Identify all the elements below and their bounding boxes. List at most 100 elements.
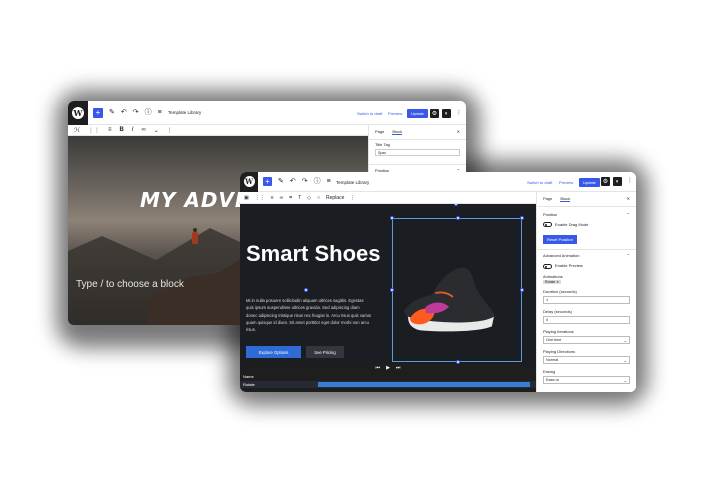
front-plugin-button[interactable]: ◐ (613, 177, 622, 186)
resize-handle[interactable] (390, 216, 394, 220)
resize-handle[interactable] (456, 216, 460, 220)
bold-icon[interactable]: B (119, 127, 123, 133)
enable-drag-toggle[interactable] (543, 222, 552, 228)
animation-tag-rotate[interactable]: Rotate ✕ (543, 279, 562, 284)
heading-block-icon[interactable]: ℋ (74, 127, 80, 134)
redo-icon[interactable]: ↷ (133, 109, 139, 116)
back-settings-button[interactable]: ⚙ (430, 109, 439, 118)
front-add-block-button[interactable]: + (263, 177, 272, 186)
front-move-icon[interactable]: ⋮⋮ (255, 195, 265, 201)
back-close-sidebar-icon[interactable]: ✕ (457, 129, 460, 134)
replace-button[interactable]: Replace (326, 195, 344, 201)
playing-directions-select[interactable]: Normal ⌄ (543, 355, 630, 364)
enable-drag-row[interactable]: Enable Drag Mode (537, 222, 636, 228)
playing-iterations-value: One time (546, 337, 562, 342)
back-plugin-button[interactable]: ◐ (442, 109, 451, 118)
chevron-down-icon[interactable]: ⌄ (154, 127, 159, 134)
reset-position-button[interactable]: Reset Position (543, 235, 577, 245)
delay-input[interactable]: 0 (543, 315, 630, 324)
front-pencil-icon[interactable]: ✎ (278, 178, 284, 185)
more-options-icon[interactable]: ⋮ (167, 127, 173, 134)
front-settings-sidebar: Page Block ✕ Position ⌃ Enable Drag Mode… (536, 192, 636, 392)
product-hero-canvas[interactable]: Smart Shoes Mi in nulla posuere sollicit… (240, 204, 536, 364)
image-block-icon[interactable]: ▣ (244, 195, 249, 201)
back-tab-block[interactable]: Block (392, 129, 403, 135)
play-icon[interactable]: ▶ (386, 365, 390, 371)
duration-input[interactable]: 1 (543, 295, 630, 304)
wordpress-logo-button[interactable]: W (68, 101, 88, 125)
resize-handle[interactable] (520, 216, 524, 220)
playing-directions-label: Playing Directions (543, 348, 576, 354)
enable-preview-toggle[interactable] (543, 263, 552, 269)
top-handle[interactable] (454, 204, 458, 206)
align-icon[interactable]: ≡ (108, 127, 112, 133)
next-frame-icon[interactable]: ⏭ (396, 365, 401, 371)
product-description[interactable]: Mi in nulla posuere sollicitudin aliquam… (246, 297, 371, 333)
wordpress-icon: W (72, 106, 84, 119)
front-align-icon[interactable]: ≡ (271, 195, 274, 201)
timeline-row-rotate[interactable]: Rotate (240, 381, 536, 388)
advanced-animation-header[interactable]: Advanced Animation ⌃ (537, 249, 636, 258)
front-more-options-icon[interactable]: ⋮ (350, 195, 355, 201)
back-document-title[interactable]: Template Library (168, 110, 201, 115)
see-pricing-button[interactable]: See Pricing (306, 346, 344, 358)
undo-icon[interactable]: ↶ (121, 109, 127, 116)
circle-icon[interactable]: ○ (317, 195, 320, 201)
back-tab-page[interactable]: Page (375, 129, 384, 135)
front-sidebar-tabs: Page Block ✕ (537, 192, 636, 207)
text-overlay-icon[interactable]: T (298, 195, 301, 201)
previous-frame-icon[interactable]: ⏮ (376, 365, 381, 371)
info-icon[interactable]: ⓘ (145, 109, 152, 116)
list-view-icon[interactable]: ≡ (158, 109, 162, 116)
chevron-up-icon: ⌃ (626, 212, 630, 217)
timeline-row-label: Rotate (243, 382, 255, 387)
pencil-icon[interactable]: ✎ (109, 109, 115, 116)
front-tab-block[interactable]: Block (560, 196, 571, 202)
crop-icon[interactable]: ⌗ (289, 195, 292, 201)
move-icon[interactable]: ⋮⋮ (88, 127, 100, 134)
front-settings-button[interactable]: ⚙ (601, 177, 610, 186)
back-more-icon[interactable]: ⋮ (456, 109, 462, 116)
front-more-icon[interactable]: ⋮ (627, 177, 633, 184)
animation-tag-label: Rotate (545, 279, 556, 284)
resize-handle[interactable] (390, 288, 394, 292)
front-wordpress-logo-button[interactable]: W (240, 172, 258, 192)
front-undo-icon[interactable]: ↶ (290, 178, 296, 185)
title-tag-select[interactable]: Span (375, 149, 460, 156)
back-block-toolbar: ℋ ⋮⋮ ≡ B I ∞ ⌄ ⋮ (68, 125, 368, 136)
front-preview-link[interactable]: Preview (559, 180, 573, 185)
back-update-button[interactable]: Update (407, 109, 428, 118)
back-switch-to-draft[interactable]: Switch to draft (357, 111, 382, 116)
front-list-view-icon[interactable]: ≡ (327, 178, 331, 185)
front-tab-page[interactable]: Page (543, 196, 552, 202)
add-block-button[interactable]: + (93, 107, 103, 118)
rotate-animation-bar[interactable] (318, 382, 530, 387)
italic-icon[interactable]: I (132, 127, 134, 133)
enable-drag-label: Enable Drag Mode (555, 222, 589, 227)
back-preview-link[interactable]: Preview (388, 111, 402, 116)
timeline-row-name[interactable]: Name (240, 373, 536, 380)
link-icon[interactable]: ∞ (141, 127, 145, 133)
playing-iterations-label: Playing Iterations (543, 328, 574, 334)
explore-options-button[interactable]: Explore Options (246, 346, 301, 358)
resize-handle[interactable] (520, 288, 524, 292)
front-close-sidebar-icon[interactable]: ✕ (627, 196, 630, 201)
product-heading[interactable]: Smart Shoes (246, 241, 381, 267)
easing-select[interactable]: Ease-in ⌄ (543, 375, 630, 384)
chevron-down-icon: ⌄ (623, 337, 627, 343)
front-document-title[interactable]: Template Library (336, 180, 369, 185)
front-update-button[interactable]: Update (579, 178, 600, 187)
front-info-icon[interactable]: ⓘ (314, 178, 321, 185)
position-panel-header[interactable]: Position ⌃ (537, 212, 636, 217)
playing-iterations-select[interactable]: One time ⌄ (543, 335, 630, 344)
shape-icon[interactable]: ◇ (307, 195, 311, 201)
enable-preview-label: Enable Preview (555, 263, 583, 269)
block-placeholder[interactable]: Type / to choose a block (76, 279, 184, 290)
enable-preview-row[interactable]: Enable Preview (537, 263, 636, 269)
playback-controls: ⏮ ▶ ⏭ (240, 364, 536, 371)
chevron-down-icon: ⌄ (623, 377, 627, 383)
front-redo-icon[interactable]: ↷ (302, 178, 308, 185)
front-link-icon[interactable]: ∞ (280, 195, 284, 201)
front-switch-to-draft[interactable]: Switch to draft (527, 180, 552, 185)
text-block-handle[interactable] (304, 288, 308, 292)
